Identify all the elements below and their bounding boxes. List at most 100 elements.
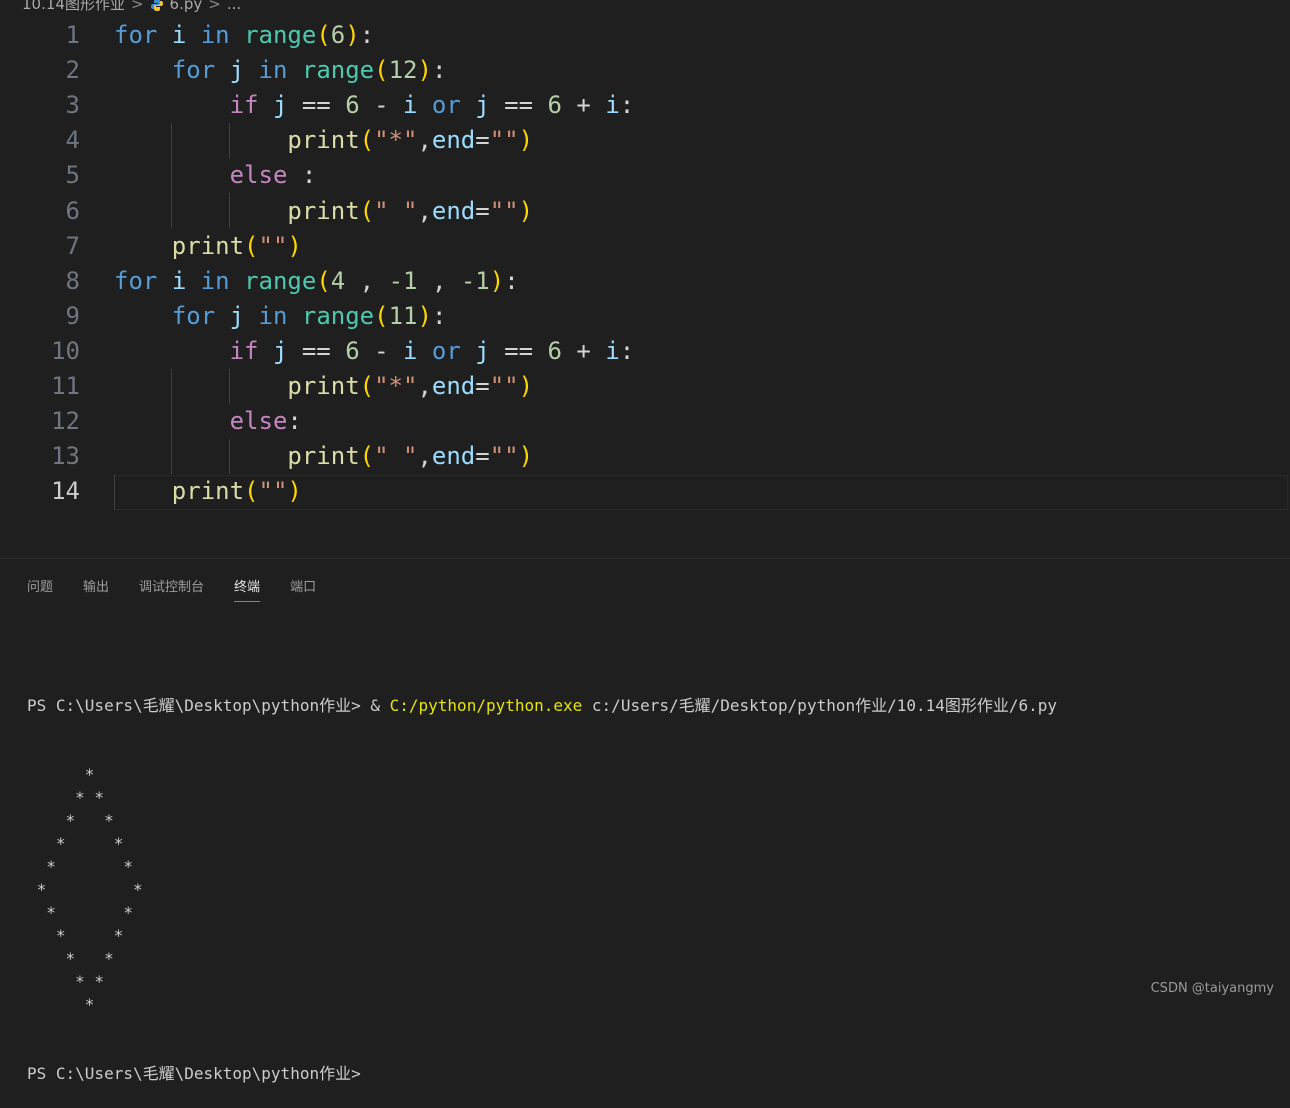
tab-terminal[interactable]: 终端: [234, 574, 261, 602]
code-token: if: [229, 336, 259, 365]
code-line[interactable]: 4 print("*",end=""): [0, 123, 1290, 158]
code-line[interactable]: 10 if j == 6 - i or j == 6 + i:: [0, 334, 1290, 369]
code-token: +: [561, 336, 606, 365]
code-text: for j in range(12):: [114, 53, 447, 88]
code-token: =: [475, 372, 490, 400]
line-number: 14: [51, 477, 80, 506]
code-line[interactable]: 9 for j in range(11):: [0, 299, 1290, 334]
tab-debug-console[interactable]: 调试控制台: [139, 574, 204, 602]
breadcrumb-file[interactable]: 6.py: [170, 0, 203, 14]
code-text: print(""): [114, 229, 302, 264]
terminal-output: * * * * * * * * * * * * * * * * * * * *: [27, 763, 1267, 1016]
code-token: or: [431, 91, 461, 120]
code-token: for: [114, 21, 158, 49]
code-line[interactable]: 6 print(" ",end=""): [0, 194, 1290, 229]
code-token: "": [258, 231, 288, 260]
code-token: "": [258, 477, 288, 506]
code-token: "*": [374, 372, 418, 400]
code-token: ==: [287, 91, 346, 120]
panel-divider[interactable]: [0, 558, 1290, 559]
code-token: ): [287, 477, 302, 506]
terminal-amp: &: [370, 696, 390, 715]
code-editor[interactable]: 1 for i in range(6): 2 for j in range(12):…: [0, 18, 1290, 538]
code-token: 12: [388, 56, 418, 85]
tab-problems[interactable]: 问题: [27, 574, 53, 602]
code-token: j: [272, 91, 288, 120]
watermark: CSDN @taiyangmy: [1150, 981, 1274, 996]
breadcrumb-tail[interactable]: ...: [227, 0, 241, 14]
code-line[interactable]: 5 else :: [0, 158, 1290, 193]
code-token: print: [171, 477, 245, 506]
code-token: -: [359, 91, 404, 120]
code-text: for j in range(11):: [114, 299, 447, 334]
code-token: "": [489, 196, 519, 225]
code-line[interactable]: 13 print(" ",end=""): [0, 439, 1290, 474]
python-file-icon: [150, 0, 164, 11]
code-token: (: [359, 196, 375, 225]
breadcrumb: 10.14图形作业 > 6.py > ...: [22, 0, 241, 14]
terminal-args: c:/Users/毛耀/Desktop/python作业/10.14图形作业/6…: [582, 696, 1058, 715]
code-token: j: [229, 301, 245, 330]
code-token: for: [171, 301, 216, 330]
line-number: 7: [65, 231, 80, 260]
code-token: i: [605, 336, 620, 365]
code-line[interactable]: 11 print("*",end=""): [0, 369, 1290, 404]
terminal[interactable]: PS C:\Users\毛耀\Desktop\python作业> & C:/py…: [27, 648, 1267, 1108]
line-number: 13: [51, 442, 80, 471]
tab-output[interactable]: 输出: [83, 574, 109, 602]
code-token: :: [619, 91, 635, 120]
code-token: "": [489, 442, 519, 471]
code-line[interactable]: 3 if j == 6 - i or j == 6 + i:: [0, 88, 1290, 123]
code-token: if: [229, 91, 259, 120]
line-number: 6: [65, 196, 80, 225]
tab-ports[interactable]: 端口: [290, 574, 316, 602]
code-line[interactable]: 2 for j in range(12):: [0, 53, 1290, 88]
code-token: ,: [417, 372, 432, 400]
code-token: :: [619, 336, 635, 365]
code-line[interactable]: 14 print(""): [0, 474, 1290, 509]
code-token: -1: [388, 266, 418, 295]
code-token: in: [258, 301, 288, 330]
code-token: ): [518, 126, 534, 155]
code-token: :: [287, 161, 317, 190]
code-token: ==: [489, 91, 548, 120]
code-token: :: [431, 301, 447, 330]
code-token: (: [374, 56, 389, 85]
code-token: ): [287, 231, 302, 260]
code-token: " ": [374, 442, 418, 471]
code-token: 6: [330, 21, 346, 49]
code-token: for: [171, 56, 216, 85]
code-line[interactable]: 8 for i in range(4 , -1 , -1):: [0, 264, 1290, 299]
code-token: else: [229, 407, 288, 436]
code-token: 6: [547, 336, 562, 365]
code-token: -1: [460, 266, 490, 295]
breadcrumb-folder[interactable]: 10.14图形作业: [22, 0, 125, 14]
terminal-output-line: * *: [27, 880, 143, 899]
code-line[interactable]: 7 print(""): [0, 229, 1290, 264]
code-token: end: [431, 442, 476, 471]
code-text: else:: [114, 404, 302, 439]
code-text: if j == 6 - i or j == 6 + i:: [114, 88, 635, 123]
line-number: 3: [65, 91, 80, 120]
code-token: ): [518, 442, 534, 471]
code-line[interactable]: 12 else:: [0, 404, 1290, 439]
code-token: for: [114, 266, 158, 295]
code-line[interactable]: 1 for i in range(6):: [0, 18, 1290, 53]
code-token: :: [431, 56, 447, 85]
